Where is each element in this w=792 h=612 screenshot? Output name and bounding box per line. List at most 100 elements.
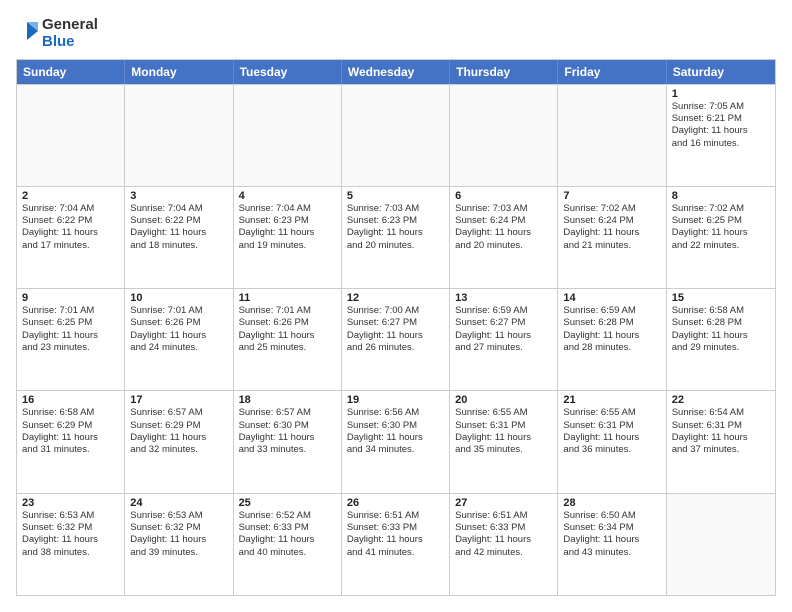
- calendar-cell: 10Sunrise: 7:01 AM Sunset: 6:26 PM Dayli…: [125, 289, 233, 390]
- calendar-body: 1Sunrise: 7:05 AM Sunset: 6:21 PM Daylig…: [17, 84, 775, 596]
- calendar-cell: 16Sunrise: 6:58 AM Sunset: 6:29 PM Dayli…: [17, 391, 125, 492]
- day-info: Sunrise: 6:55 AM Sunset: 6:31 PM Dayligh…: [563, 407, 660, 456]
- day-number: 4: [239, 190, 336, 202]
- calendar-cell: 24Sunrise: 6:53 AM Sunset: 6:32 PM Dayli…: [125, 494, 233, 595]
- calendar-cell: 7Sunrise: 7:02 AM Sunset: 6:24 PM Daylig…: [558, 187, 666, 288]
- day-number: 24: [130, 497, 227, 509]
- calendar-cell: [125, 85, 233, 186]
- day-number: 1: [672, 88, 770, 100]
- calendar-cell: 18Sunrise: 6:57 AM Sunset: 6:30 PM Dayli…: [234, 391, 342, 492]
- day-number: 22: [672, 394, 770, 406]
- logo-triangle-icon: [16, 20, 38, 42]
- calendar-cell: 26Sunrise: 6:51 AM Sunset: 6:33 PM Dayli…: [342, 494, 450, 595]
- calendar-cell: 20Sunrise: 6:55 AM Sunset: 6:31 PM Dayli…: [450, 391, 558, 492]
- day-info: Sunrise: 6:58 AM Sunset: 6:28 PM Dayligh…: [672, 305, 770, 354]
- page: General Blue SundayMondayTuesdayWednesda…: [0, 0, 792, 612]
- calendar-cell: 1Sunrise: 7:05 AM Sunset: 6:21 PM Daylig…: [667, 85, 775, 186]
- day-info: Sunrise: 7:04 AM Sunset: 6:22 PM Dayligh…: [130, 203, 227, 252]
- day-number: 15: [672, 292, 770, 304]
- day-number: 14: [563, 292, 660, 304]
- calendar-cell: [667, 494, 775, 595]
- day-info: Sunrise: 6:54 AM Sunset: 6:31 PM Dayligh…: [672, 407, 770, 456]
- day-info: Sunrise: 6:50 AM Sunset: 6:34 PM Dayligh…: [563, 510, 660, 559]
- calendar-cell: 5Sunrise: 7:03 AM Sunset: 6:23 PM Daylig…: [342, 187, 450, 288]
- weekday-header-sunday: Sunday: [17, 60, 125, 84]
- header: General Blue: [16, 16, 776, 51]
- day-number: 17: [130, 394, 227, 406]
- calendar-cell: 3Sunrise: 7:04 AM Sunset: 6:22 PM Daylig…: [125, 187, 233, 288]
- calendar-cell: 19Sunrise: 6:56 AM Sunset: 6:30 PM Dayli…: [342, 391, 450, 492]
- day-number: 28: [563, 497, 660, 509]
- weekday-header-friday: Friday: [558, 60, 666, 84]
- calendar-cell: [450, 85, 558, 186]
- day-info: Sunrise: 7:02 AM Sunset: 6:25 PM Dayligh…: [672, 203, 770, 252]
- calendar-week-1: 1Sunrise: 7:05 AM Sunset: 6:21 PM Daylig…: [17, 84, 775, 186]
- day-info: Sunrise: 7:01 AM Sunset: 6:26 PM Dayligh…: [239, 305, 336, 354]
- day-number: 7: [563, 190, 660, 202]
- calendar-cell: 4Sunrise: 7:04 AM Sunset: 6:23 PM Daylig…: [234, 187, 342, 288]
- calendar-cell: 28Sunrise: 6:50 AM Sunset: 6:34 PM Dayli…: [558, 494, 666, 595]
- calendar-cell: 23Sunrise: 6:53 AM Sunset: 6:32 PM Dayli…: [17, 494, 125, 595]
- calendar-cell: [234, 85, 342, 186]
- day-number: 21: [563, 394, 660, 406]
- calendar: SundayMondayTuesdayWednesdayThursdayFrid…: [16, 59, 776, 597]
- day-number: 27: [455, 497, 552, 509]
- day-info: Sunrise: 6:51 AM Sunset: 6:33 PM Dayligh…: [455, 510, 552, 559]
- day-number: 25: [239, 497, 336, 509]
- day-number: 19: [347, 394, 444, 406]
- day-number: 10: [130, 292, 227, 304]
- day-info: Sunrise: 7:00 AM Sunset: 6:27 PM Dayligh…: [347, 305, 444, 354]
- day-number: 16: [22, 394, 119, 406]
- calendar-header: SundayMondayTuesdayWednesdayThursdayFrid…: [17, 60, 775, 84]
- day-info: Sunrise: 6:52 AM Sunset: 6:33 PM Dayligh…: [239, 510, 336, 559]
- calendar-cell: 25Sunrise: 6:52 AM Sunset: 6:33 PM Dayli…: [234, 494, 342, 595]
- day-number: 8: [672, 190, 770, 202]
- day-number: 12: [347, 292, 444, 304]
- day-info: Sunrise: 7:01 AM Sunset: 6:25 PM Dayligh…: [22, 305, 119, 354]
- calendar-cell: 27Sunrise: 6:51 AM Sunset: 6:33 PM Dayli…: [450, 494, 558, 595]
- day-info: Sunrise: 6:53 AM Sunset: 6:32 PM Dayligh…: [22, 510, 119, 559]
- day-number: 13: [455, 292, 552, 304]
- weekday-header-thursday: Thursday: [450, 60, 558, 84]
- day-info: Sunrise: 7:04 AM Sunset: 6:23 PM Dayligh…: [239, 203, 336, 252]
- day-info: Sunrise: 6:55 AM Sunset: 6:31 PM Dayligh…: [455, 407, 552, 456]
- day-info: Sunrise: 7:03 AM Sunset: 6:24 PM Dayligh…: [455, 203, 552, 252]
- weekday-header-monday: Monday: [125, 60, 233, 84]
- calendar-cell: 17Sunrise: 6:57 AM Sunset: 6:29 PM Dayli…: [125, 391, 233, 492]
- weekday-header-saturday: Saturday: [667, 60, 775, 84]
- calendar-cell: [17, 85, 125, 186]
- day-info: Sunrise: 6:59 AM Sunset: 6:27 PM Dayligh…: [455, 305, 552, 354]
- calendar-week-4: 16Sunrise: 6:58 AM Sunset: 6:29 PM Dayli…: [17, 390, 775, 492]
- calendar-week-5: 23Sunrise: 6:53 AM Sunset: 6:32 PM Dayli…: [17, 493, 775, 595]
- day-number: 2: [22, 190, 119, 202]
- calendar-cell: 6Sunrise: 7:03 AM Sunset: 6:24 PM Daylig…: [450, 187, 558, 288]
- day-number: 9: [22, 292, 119, 304]
- day-info: Sunrise: 7:04 AM Sunset: 6:22 PM Dayligh…: [22, 203, 119, 252]
- day-info: Sunrise: 6:57 AM Sunset: 6:29 PM Dayligh…: [130, 407, 227, 456]
- weekday-header-wednesday: Wednesday: [342, 60, 450, 84]
- day-number: 18: [239, 394, 336, 406]
- calendar-cell: [342, 85, 450, 186]
- day-info: Sunrise: 7:03 AM Sunset: 6:23 PM Dayligh…: [347, 203, 444, 252]
- day-number: 23: [22, 497, 119, 509]
- calendar-cell: 13Sunrise: 6:59 AM Sunset: 6:27 PM Dayli…: [450, 289, 558, 390]
- day-number: 3: [130, 190, 227, 202]
- day-info: Sunrise: 6:59 AM Sunset: 6:28 PM Dayligh…: [563, 305, 660, 354]
- weekday-header-tuesday: Tuesday: [234, 60, 342, 84]
- day-info: Sunrise: 6:57 AM Sunset: 6:30 PM Dayligh…: [239, 407, 336, 456]
- day-number: 11: [239, 292, 336, 304]
- calendar-cell: 2Sunrise: 7:04 AM Sunset: 6:22 PM Daylig…: [17, 187, 125, 288]
- calendar-week-2: 2Sunrise: 7:04 AM Sunset: 6:22 PM Daylig…: [17, 186, 775, 288]
- logo-blue: Blue: [42, 33, 98, 50]
- day-info: Sunrise: 7:02 AM Sunset: 6:24 PM Dayligh…: [563, 203, 660, 252]
- calendar-cell: 11Sunrise: 7:01 AM Sunset: 6:26 PM Dayli…: [234, 289, 342, 390]
- calendar-cell: 22Sunrise: 6:54 AM Sunset: 6:31 PM Dayli…: [667, 391, 775, 492]
- day-info: Sunrise: 7:01 AM Sunset: 6:26 PM Dayligh…: [130, 305, 227, 354]
- calendar-cell: 8Sunrise: 7:02 AM Sunset: 6:25 PM Daylig…: [667, 187, 775, 288]
- calendar-cell: 12Sunrise: 7:00 AM Sunset: 6:27 PM Dayli…: [342, 289, 450, 390]
- calendar-cell: [558, 85, 666, 186]
- day-info: Sunrise: 6:56 AM Sunset: 6:30 PM Dayligh…: [347, 407, 444, 456]
- day-number: 6: [455, 190, 552, 202]
- day-info: Sunrise: 6:53 AM Sunset: 6:32 PM Dayligh…: [130, 510, 227, 559]
- calendar-cell: 14Sunrise: 6:59 AM Sunset: 6:28 PM Dayli…: [558, 289, 666, 390]
